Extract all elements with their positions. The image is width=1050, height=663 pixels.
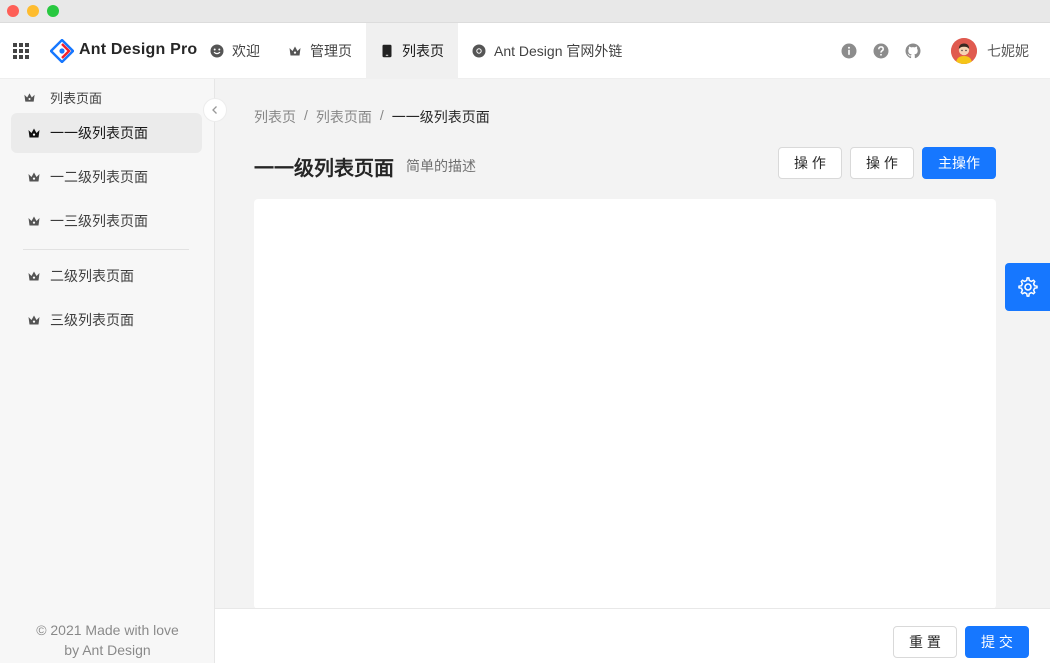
crown-icon — [28, 315, 40, 325]
crown-icon — [28, 216, 40, 226]
crown-icon — [28, 128, 40, 138]
user-avatar-icon — [951, 38, 977, 64]
sidebar-collapse-button[interactable] — [203, 98, 227, 122]
top-menu: 欢迎 管理页 列表页 Ant Design 官网外链 — [196, 23, 636, 79]
sidebar-group-title[interactable]: 列表页面 — [23, 88, 102, 107]
page-subtitle: 简单的描述 — [406, 158, 476, 174]
breadcrumb-item-current: 一一级列表页面 — [391, 109, 490, 125]
sidebar-item-level-3[interactable]: 三级列表页面 — [11, 300, 202, 340]
sidebar-item-label: 二级列表页面 — [50, 268, 134, 284]
submit-button[interactable]: 提 交 — [965, 626, 1029, 658]
sidebar-item-label: 一一级列表页面 — [50, 125, 148, 141]
smile-icon — [210, 44, 224, 58]
main-content: 列表页 / 列表页面 / 一一级列表页面 一一级列表页面 简单的描述 操 作 操… — [215, 79, 1050, 663]
breadcrumb: 列表页 / 列表页面 / 一一级列表页面 — [254, 107, 490, 127]
info-button[interactable] — [833, 23, 865, 79]
crown-icon — [28, 172, 40, 182]
page-title: 一一级列表页面 — [254, 158, 394, 180]
sidebar-divider — [23, 249, 189, 250]
copyright-footer: © 2021 Made with love by Ant Design — [0, 620, 215, 660]
copyright-line-1: © 2021 Made with love — [36, 622, 179, 638]
github-icon — [905, 43, 921, 59]
app-launcher-icon[interactable] — [13, 43, 29, 59]
menu-item-label: 管理页 — [310, 43, 352, 59]
sidebar-item-level-2[interactable]: 二级列表页面 — [11, 256, 202, 296]
breadcrumb-separator: / — [379, 107, 384, 123]
breadcrumb-separator: / — [304, 107, 308, 123]
sidebar-item-label: 一二级列表页面 — [50, 169, 148, 185]
primary-action-button[interactable]: 主操作 — [922, 147, 996, 179]
sidebar-item-label: 一三级列表页面 — [50, 213, 148, 229]
ant-design-logo-icon[interactable] — [50, 39, 74, 63]
header-actions: 七妮妮 — [833, 23, 1050, 79]
breadcrumb-item-list-page[interactable]: 列表页面 — [316, 107, 372, 127]
settings-drawer-toggle[interactable] — [1005, 263, 1050, 311]
sidebar-item-level-1-2[interactable]: 一二级列表页面 — [11, 157, 202, 197]
menu-item-list[interactable]: 列表页 — [366, 23, 458, 79]
reset-button[interactable]: 重 置 — [893, 626, 957, 658]
menu-item-admin[interactable]: 管理页 — [274, 23, 366, 79]
gear-icon — [1017, 277, 1038, 297]
tablet-icon — [382, 44, 392, 58]
sidebar-item-level-1-1[interactable]: 一一级列表页面 — [11, 113, 202, 153]
menu-item-welcome[interactable]: 欢迎 — [196, 23, 274, 79]
question-icon — [873, 43, 889, 59]
avatar — [951, 38, 977, 64]
user-menu[interactable]: 七妮妮 — [929, 23, 1050, 79]
help-button[interactable] — [865, 23, 897, 79]
action-button-2[interactable]: 操 作 — [850, 147, 914, 179]
breadcrumb-item-list[interactable]: 列表页 — [254, 107, 296, 127]
crown-icon — [24, 93, 35, 102]
menu-item-label: 欢迎 — [232, 43, 260, 59]
menu-item-label: 列表页 — [402, 43, 444, 59]
menu-item-label: Ant Design 官网外链 — [494, 43, 623, 59]
brand-name[interactable]: Ant Design Pro — [79, 41, 197, 59]
minimize-window-button[interactable] — [27, 5, 39, 17]
action-button-1[interactable]: 操 作 — [778, 147, 842, 179]
window-titlebar — [0, 0, 1050, 23]
sidebar: 列表页面 一一级列表页面 一二级列表页面 一三级列表页面 二级列表页面 三级列表… — [0, 79, 215, 663]
top-header: Ant Design Pro 欢迎 管理页 列表页 Ant Design 官网外… — [0, 23, 1050, 79]
info-icon — [841, 43, 857, 59]
crown-icon — [28, 271, 40, 281]
close-window-button[interactable] — [7, 5, 19, 17]
sidebar-item-label: 三级列表页面 — [50, 312, 134, 328]
menu-item-ant-design-link[interactable]: Ant Design 官网外链 — [458, 23, 636, 79]
content-card — [254, 199, 996, 609]
chrome-icon — [472, 44, 486, 58]
sidebar-item-level-1-3[interactable]: 一三级列表页面 — [11, 201, 202, 241]
sidebar-group-label: 列表页面 — [50, 91, 103, 106]
maximize-window-button[interactable] — [47, 5, 59, 17]
copyright-line-2: by Ant Design — [64, 642, 151, 658]
username: 七妮妮 — [987, 43, 1029, 59]
github-button[interactable] — [897, 23, 929, 79]
crown-icon — [289, 46, 301, 56]
chevron-left-icon — [212, 106, 217, 114]
footer-toolbar: 重 置 提 交 — [215, 608, 1050, 663]
